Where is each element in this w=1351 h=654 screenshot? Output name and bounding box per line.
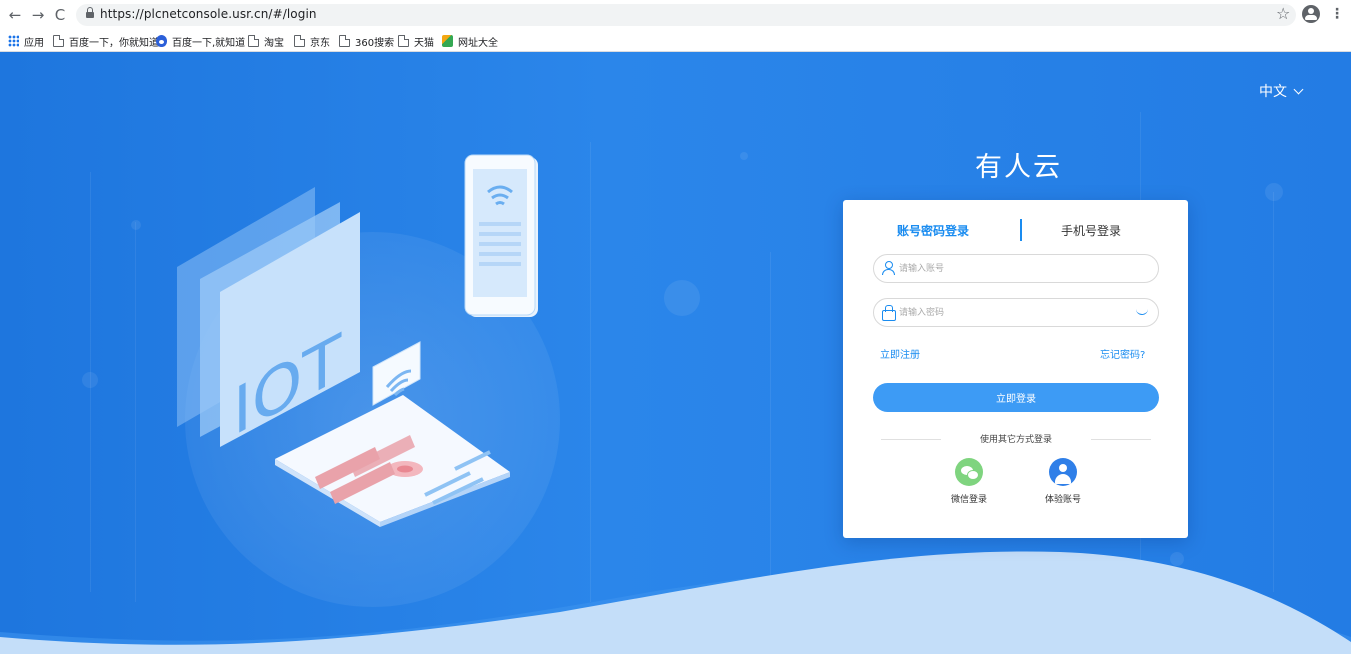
login-page: IOT 中文 有人云 账号密码登录 手机号登录 请输入账号 立即注册 忘记密码?…	[0, 52, 1351, 654]
bookmarks-bar: 应用 百度一下，你就知道 百度一下,就知道 淘宝 京东 360搜索 天猫 网址大…	[0, 30, 1351, 52]
account-field[interactable]	[873, 254, 1159, 283]
page-icon	[53, 35, 64, 47]
account-input[interactable]	[899, 255, 1129, 282]
bookmark-baidu-1[interactable]: 百度一下，你就知道	[53, 33, 159, 49]
bookmark-label: 应用	[24, 37, 44, 49]
page-icon	[398, 35, 409, 47]
bookmark-label: 网址大全	[458, 37, 498, 49]
iot-illustration: IOT	[177, 154, 538, 527]
bookmark-apps[interactable]: 应用	[8, 33, 44, 49]
login-button[interactable]: 立即登录	[873, 383, 1159, 412]
tab-account-login[interactable]: 账号密码登录	[897, 222, 969, 239]
brand-title: 有人云	[975, 152, 1062, 183]
platform-illustration	[275, 395, 510, 527]
address-bar[interactable]: https://plcnetconsole.usr.cn/#/login	[76, 4, 1296, 26]
wechat-icon	[955, 458, 983, 486]
bookmark-label: 淘宝	[264, 37, 284, 49]
lock-icon	[86, 7, 94, 19]
trial-account-button[interactable]: 体验账号	[1033, 458, 1093, 505]
forgot-password-link[interactable]: 忘记密码?	[1100, 346, 1145, 361]
bookmark-360[interactable]: 360搜索	[339, 33, 394, 49]
apps-icon	[8, 35, 19, 47]
language-label: 中文	[1259, 84, 1287, 100]
forward-arrow-icon[interactable]: →	[29, 6, 47, 24]
baidu-paw-icon	[156, 35, 167, 47]
phone-illustration	[464, 154, 538, 317]
bookmark-label: 天猫	[414, 37, 434, 49]
bg-dot	[1265, 183, 1283, 201]
address-url[interactable]: https://plcnetconsole.usr.cn/#/login	[100, 7, 317, 21]
tab-active-indicator	[1020, 219, 1022, 241]
bg-dot	[740, 152, 748, 160]
lock-icon	[882, 305, 896, 321]
person-icon	[1049, 458, 1077, 486]
divider-line	[1091, 439, 1151, 440]
chevron-down-icon	[1293, 84, 1304, 94]
iot-panels: IOT	[177, 187, 360, 452]
bookmark-baidu-2[interactable]: 百度一下,就知道	[156, 33, 245, 49]
bg-dot	[131, 220, 141, 230]
page-icon	[339, 35, 350, 47]
login-card: 账号密码登录 手机号登录 立即注册 忘记密码? 立即登录 使用其它方式登录 微信…	[843, 200, 1188, 538]
reload-icon[interactable]: C	[51, 6, 69, 24]
bookmark-taobao[interactable]: 淘宝	[248, 33, 284, 49]
bookmark-label: 百度一下,就知道	[172, 37, 246, 49]
page-icon	[248, 35, 259, 47]
wechat-login-button[interactable]: 微信登录	[939, 458, 999, 505]
bookmark-tmall[interactable]: 天猫	[398, 33, 434, 49]
bookmark-web-directory[interactable]: 网址大全	[442, 33, 498, 49]
register-link[interactable]: 立即注册	[880, 346, 920, 361]
browser-toolbar: ← → C https://plcnetconsole.usr.cn/#/log…	[0, 0, 1351, 30]
profile-avatar-icon[interactable]	[1302, 5, 1320, 23]
page-icon	[294, 35, 305, 47]
eye-closed-icon[interactable]	[1136, 309, 1148, 315]
bg-dot	[82, 372, 98, 388]
back-arrow-icon[interactable]: ←	[6, 6, 24, 24]
bookmark-label: 京东	[310, 37, 330, 49]
bookmark-label: 百度一下，你就知道	[69, 37, 159, 49]
bookmark-star-icon[interactable]: ☆	[1276, 4, 1290, 23]
language-selector[interactable]: 中文	[1259, 81, 1304, 101]
tab-phone-login[interactable]: 手机号登录	[1061, 222, 1121, 239]
trial-account-label: 体验账号	[1044, 495, 1081, 505]
user-icon	[882, 261, 895, 275]
bottom-wave	[0, 551, 1351, 654]
bookmark-jd[interactable]: 京东	[294, 33, 330, 49]
wechat-login-label: 微信登录	[950, 495, 987, 505]
password-input[interactable]	[899, 299, 1129, 326]
browser-menu-icon[interactable]: ⋮	[1330, 6, 1344, 22]
web-directory-icon	[442, 35, 453, 47]
other-login-divider: 使用其它方式登录	[881, 432, 1151, 446]
bg-dot	[664, 280, 700, 316]
password-field[interactable]	[873, 298, 1159, 327]
bookmark-label: 360搜索	[355, 37, 395, 49]
